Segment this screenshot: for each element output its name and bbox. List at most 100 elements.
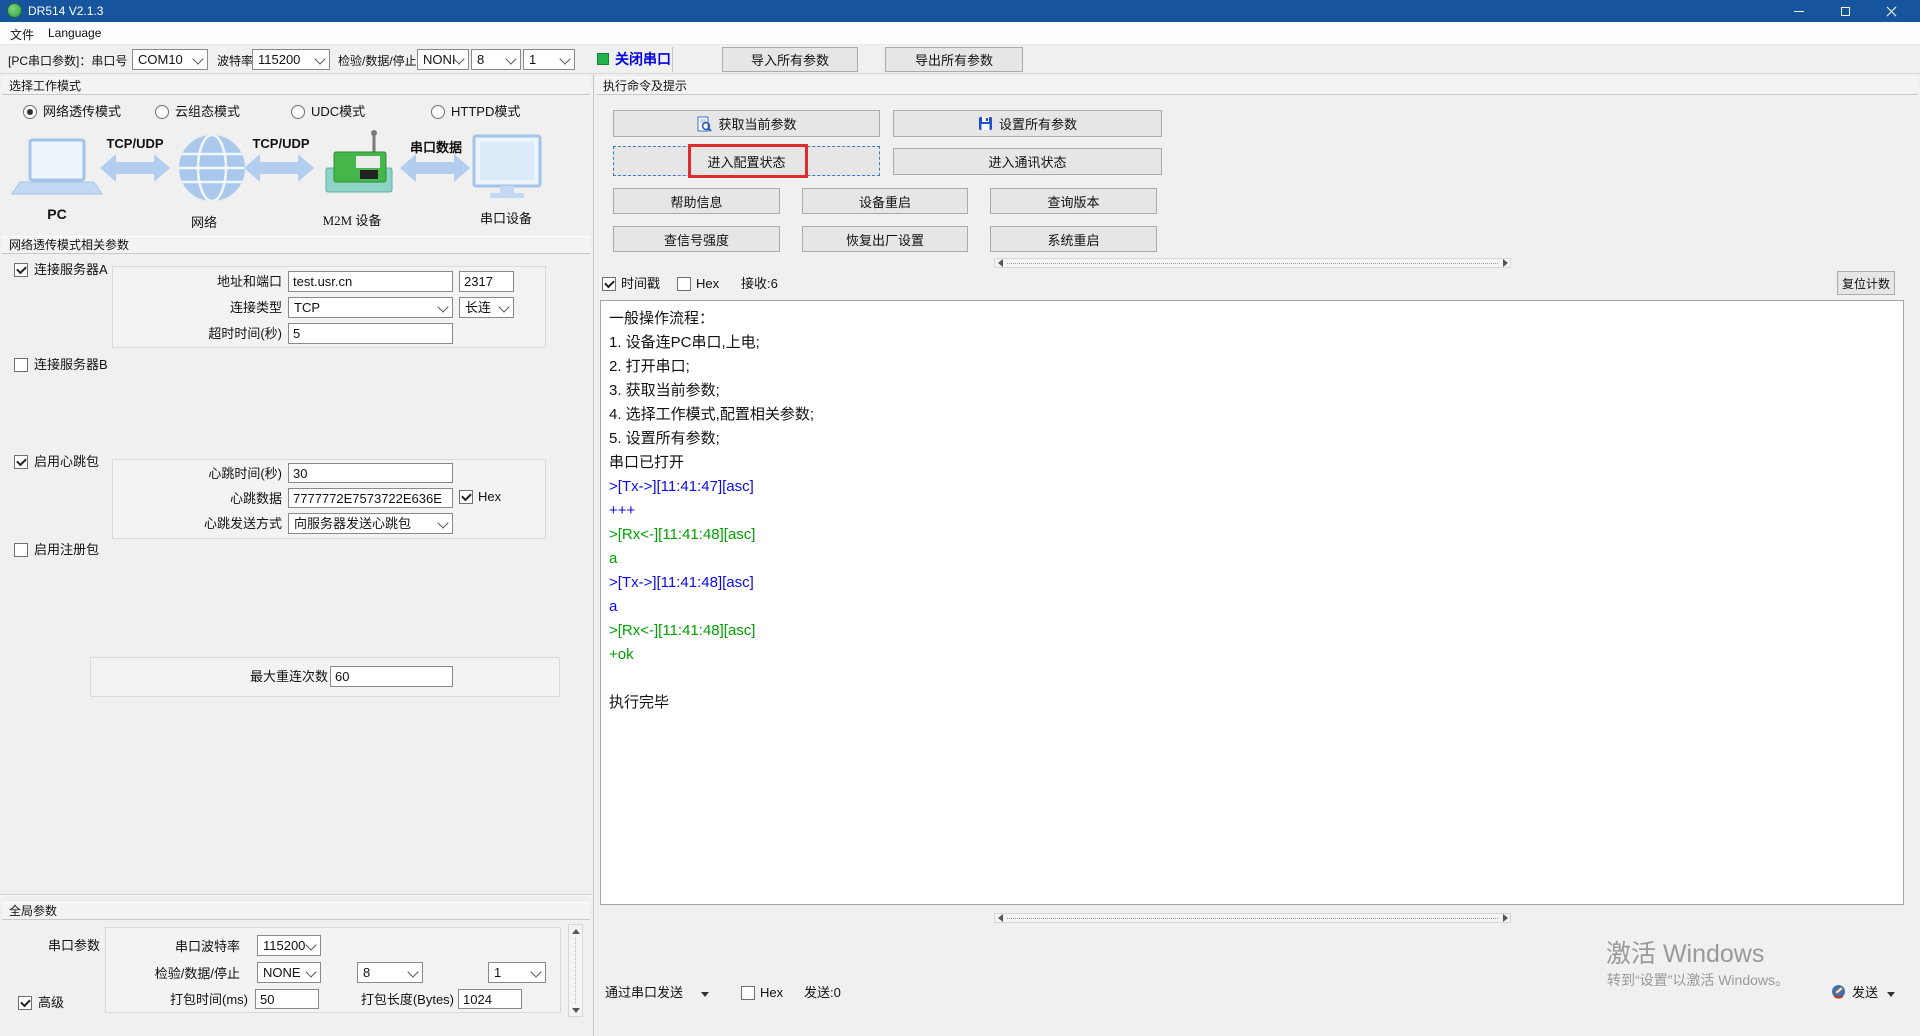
conn-type-select[interactable]: TCP <box>288 297 453 318</box>
reconnect-input[interactable]: 60 <box>330 666 453 687</box>
device-reboot-button[interactable]: 设备重启 <box>802 188 968 214</box>
parity-label: 检验/数据/停止 <box>338 53 417 69</box>
send-pen-icon <box>1831 984 1846 999</box>
scroll-up-icon[interactable] <box>569 925 582 937</box>
windows-activate-watermark: 激活 Windows <box>1606 934 1764 970</box>
radio-udc-label: UDC模式 <box>311 104 365 120</box>
scroll-left-icon[interactable] <box>995 259 1005 267</box>
m2m-label: M2M 设备 <box>310 210 394 229</box>
packtime-label: 打包时间(ms) <box>118 992 248 1008</box>
maximize-icon <box>1841 7 1850 16</box>
windows-activate-watermark-sub: 转到“设置”以激活 Windows。 <box>1607 970 1789 990</box>
chevron-down-icon <box>305 939 316 950</box>
register-checkbox[interactable] <box>14 543 28 557</box>
heartbeat-hex-checkbox[interactable] <box>459 490 473 504</box>
pc-label: PC <box>17 206 97 222</box>
log-output[interactable]: 一般操作流程：1. 设备连PC串口,上电;2. 打开串口;3. 获取当前参数;4… <box>600 300 1904 905</box>
scroll-right-icon[interactable] <box>1500 259 1510 267</box>
recv-hex-label: Hex <box>696 276 719 292</box>
reset-count-button[interactable]: 复位计数 <box>1837 271 1895 295</box>
packlen-input[interactable]: 1024 <box>458 989 522 1009</box>
get-params-button[interactable]: 获取当前参数 <box>613 110 880 137</box>
minimize-button[interactable] <box>1776 0 1822 22</box>
menu-language[interactable]: Language <box>48 26 101 40</box>
serial-device-label: 串口设备 <box>472 208 540 227</box>
log-line <box>609 667 1895 691</box>
global-stopbits-select[interactable]: 1 <box>488 962 546 983</box>
log-line: >[Tx->][11:41:48][asc] <box>609 571 1895 595</box>
scroll-left-icon[interactable] <box>995 914 1005 922</box>
log-line: 1. 设备连PC串口,上电; <box>609 331 1895 355</box>
radio-httpd-mode[interactable] <box>431 105 445 119</box>
arrow-left-right-icon <box>100 154 170 182</box>
log-line: 2. 打开串口; <box>609 355 1895 379</box>
radio-cloud-mode[interactable] <box>155 105 169 119</box>
reconnect-label: 最大重连次数 <box>186 669 328 685</box>
export-params-button[interactable]: 导出所有参数 <box>885 47 1023 72</box>
menu-file[interactable]: 文件 <box>10 26 34 43</box>
server-b-label: 连接服务器B <box>34 357 108 373</box>
server-b-checkbox[interactable] <box>14 358 28 372</box>
help-button[interactable]: 帮助信息 <box>613 188 780 214</box>
heartbeat-send-select[interactable]: 向服务器发送心跳包 <box>288 513 453 534</box>
send-button[interactable]: 发送 <box>1831 982 1901 1004</box>
factory-reset-button[interactable]: 恢复出厂设置 <box>802 226 968 252</box>
radio-cloud-label: 云组态模式 <box>175 104 240 120</box>
radio-httpd-label: HTTPD模式 <box>451 104 520 120</box>
recv-count: 接收:6 <box>741 276 778 292</box>
arrow-left-right-icon <box>400 154 470 182</box>
scroll-down-icon[interactable] <box>569 1004 582 1016</box>
timestamp-checkbox[interactable] <box>602 277 616 291</box>
port-open-indicator-icon <box>597 53 609 65</box>
recv-hex-checkbox[interactable] <box>677 277 691 291</box>
chevron-down-icon <box>701 992 709 997</box>
com-port-select[interactable]: COM10 <box>132 49 208 70</box>
radio-net-transparent-mode[interactable] <box>23 105 37 119</box>
databits-select[interactable]: 8 <box>471 49 521 70</box>
stopbits-select[interactable]: 1 <box>523 49 575 70</box>
enter-config-button[interactable]: 进入配置状态 <box>613 146 880 176</box>
log-line: >[Tx->][11:41:47][asc] <box>609 475 1895 499</box>
chevron-down-icon <box>305 966 316 977</box>
close-port-button[interactable]: 关闭串口 <box>597 48 707 70</box>
timestamp-label: 时间戳 <box>621 276 660 292</box>
system-reboot-button[interactable]: 系统重启 <box>990 226 1157 252</box>
log-scrollbar-bottom[interactable] <box>994 913 1511 923</box>
log-line: a <box>609 547 1895 571</box>
advanced-checkbox[interactable] <box>18 996 32 1010</box>
import-params-button[interactable]: 导入所有参数 <box>722 47 858 72</box>
heartbeat-time-input[interactable]: 30 <box>288 463 453 483</box>
link3-label: 串口数据 <box>396 137 476 156</box>
maximize-button[interactable] <box>1822 0 1868 22</box>
send-hex-checkbox[interactable] <box>741 986 755 1000</box>
menu-bar: 文件 Language <box>0 22 1920 45</box>
send-via-dropdown[interactable]: 通过串口发送 <box>605 984 715 1004</box>
query-version-button[interactable]: 查询版本 <box>990 188 1157 214</box>
close-button[interactable] <box>1868 0 1914 22</box>
global-baud-label: 串口波特率 <box>110 939 240 955</box>
radio-udc-mode[interactable] <box>291 105 305 119</box>
log-scrollbar-top[interactable] <box>994 258 1511 268</box>
baud-select[interactable]: 115200 <box>252 49 330 70</box>
global-baud-select[interactable]: 115200 <box>257 935 321 956</box>
pc-laptop-icon <box>30 140 84 180</box>
scroll-right-icon[interactable] <box>1500 914 1510 922</box>
enter-comm-button[interactable]: 进入通讯状态 <box>893 148 1162 175</box>
parity-select[interactable]: NONI <box>417 49 469 70</box>
global-databits-select[interactable]: 8 <box>357 962 423 983</box>
log-line: 一般操作流程： <box>609 307 1895 331</box>
heartbeat-data-input[interactable]: 7777772E7573722E636E <box>288 488 453 508</box>
set-params-button[interactable]: 设置所有参数 <box>893 110 1162 137</box>
server-a-address-input[interactable]: test.usr.cn <box>288 271 453 292</box>
global-section-header: 全局参数 <box>2 902 590 920</box>
server-a-port-input[interactable]: 2317 <box>459 271 514 292</box>
global-parity-select[interactable]: NONE <box>257 962 321 983</box>
query-signal-button[interactable]: 查信号强度 <box>613 226 780 252</box>
global-scrollbar[interactable] <box>568 924 583 1017</box>
conn-mode-select[interactable]: 长连 <box>459 297 514 318</box>
section-divider <box>0 894 592 896</box>
heartbeat-checkbox[interactable] <box>14 455 28 469</box>
server-a-checkbox[interactable] <box>14 263 28 277</box>
packtime-input[interactable]: 50 <box>255 989 319 1009</box>
timeout-input[interactable]: 5 <box>288 323 453 344</box>
